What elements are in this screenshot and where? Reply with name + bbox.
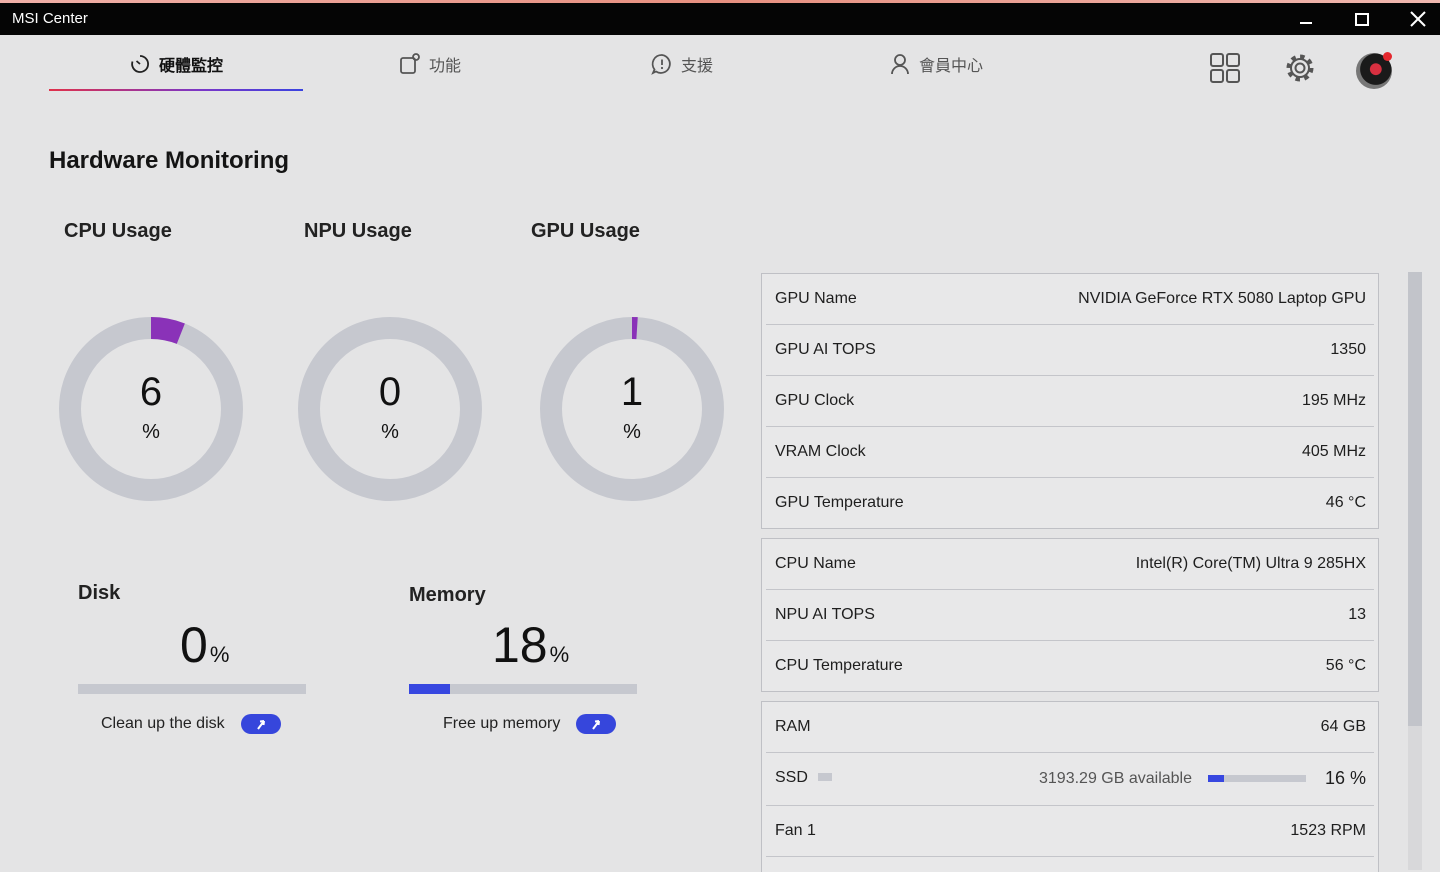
disk-usage-bar — [78, 684, 306, 694]
info-row-cpu-temperature: CPU Temperature 56 °C — [775, 657, 1366, 674]
scrollbar-thumb[interactable] — [1408, 272, 1422, 726]
maximize-icon — [1355, 13, 1369, 26]
ssd-usage-bar-fill — [1208, 775, 1224, 782]
ssd-usage-percent: 16 % — [1324, 768, 1366, 788]
app-title: MSI Center — [12, 10, 88, 27]
tab-label: 會員中心 — [918, 58, 983, 75]
minimize-button[interactable] — [1278, 3, 1334, 35]
npu-usage-label: NPU Usage — [304, 220, 412, 242]
tab-label: 功能 — [428, 58, 461, 75]
memory-usage-bar-fill — [409, 684, 451, 694]
npu-usage-unit: % — [381, 421, 399, 443]
npu-usage-value: 0 — [378, 370, 402, 414]
info-row-gpu-name: GPU Name NVIDIA GeForce RTX 5080 Laptop G… — [766, 274, 1374, 325]
clean-disk-label: Clean up the disk — [101, 715, 225, 732]
cpu-usage-unit: % — [142, 421, 160, 443]
minimize-icon — [1300, 22, 1312, 24]
info-row-gpu-clock: GPU Clock 195 MHz — [766, 376, 1374, 427]
memory-usage-value: 18% — [492, 617, 570, 673]
info-row-ram: RAM 64 GB — [766, 702, 1374, 753]
gear-icon[interactable] — [1284, 52, 1316, 84]
clean-disk-row: Clean up the disk — [101, 714, 281, 734]
grid-view-icon[interactable] — [1209, 52, 1241, 84]
features-icon — [400, 53, 420, 74]
info-row-vram-clock: VRAM Clock 405 MHz — [766, 427, 1374, 478]
cpu-usage-value: 6 — [139, 370, 163, 414]
info-row-gpu-temperature: GPU Temperature 46 °C — [775, 494, 1366, 511]
notification-badge — [1383, 52, 1392, 61]
clean-disk-button[interactable] — [240, 714, 281, 734]
tab-support[interactable]: 支援 — [582, 36, 782, 92]
user-icon — [891, 54, 909, 75]
memory-label: Memory — [409, 584, 486, 606]
info-row-ssd: SSD 3193.29 GB available 16 % — [766, 753, 1374, 806]
monitor-dial-icon — [131, 55, 149, 73]
gpu-usage-value: 1 — [620, 370, 644, 414]
ssd-available-text: 3193.29 GB available — [1039, 770, 1192, 787]
ssd-usage-bar — [1208, 775, 1306, 782]
maximize-button[interactable] — [1334, 3, 1390, 35]
tab-hardware-monitoring[interactable]: 硬體監控 — [49, 36, 303, 92]
system-info-panel: RAM 64 GB SSD 3193.29 GB available 16 % F… — [761, 701, 1379, 872]
close-button[interactable] — [1390, 3, 1440, 35]
info-row-npu-ai-tops: NPU AI TOPS 13 — [766, 590, 1374, 641]
cpu-info-panel: CPU Name Intel(R) Core(TM) Ultra 9 285HX … — [761, 538, 1379, 692]
cpu-usage-label: CPU Usage — [64, 220, 172, 242]
rocket-arrow-icon — [256, 720, 265, 730]
disk-label: Disk — [78, 582, 121, 604]
close-icon — [1410, 11, 1426, 27]
tab-member-center[interactable]: 會員中心 — [836, 36, 1036, 92]
support-chat-icon — [651, 54, 671, 75]
gpu-usage-label: GPU Usage — [531, 220, 640, 242]
free-memory-label: Free up memory — [443, 715, 561, 732]
gpu-usage-unit: % — [623, 421, 641, 443]
rocket-arrow-icon — [592, 720, 601, 730]
active-tab-indicator — [49, 89, 303, 91]
memory-usage-bar — [409, 684, 637, 694]
free-memory-button[interactable] — [576, 714, 617, 734]
gpu-info-panel: GPU Name NVIDIA GeForce RTX 5080 Laptop G… — [761, 273, 1379, 529]
title-bar: MSI Center — [0, 3, 1440, 35]
tab-label: 硬體監控 — [158, 58, 223, 75]
tab-features[interactable]: 功能 — [330, 36, 530, 92]
page-title: Hardware Monitoring — [49, 147, 290, 174]
free-memory-row: Free up memory — [443, 714, 617, 734]
info-row-cpu-name: CPU Name Intel(R) Core(TM) Ultra 9 285HX — [766, 539, 1374, 590]
info-row-fan-1: Fan 1 1523 RPM — [766, 806, 1374, 857]
disk-usage-value: 0% — [180, 617, 230, 673]
ssd-drive-indicator — [818, 773, 832, 781]
info-row-gpu-ai-tops: GPU AI TOPS 1350 — [766, 325, 1374, 376]
tab-label: 支援 — [680, 58, 713, 75]
